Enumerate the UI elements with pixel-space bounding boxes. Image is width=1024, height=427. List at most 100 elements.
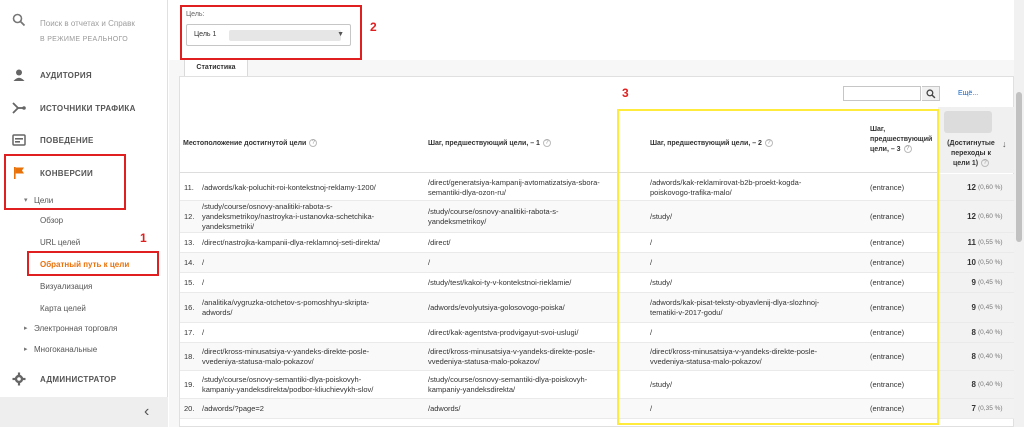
goal-completions-value: 8	[971, 328, 976, 337]
goal-location-cell[interactable]: /adwords/kak-poluchit-roi-kontekstnoj-re…	[202, 183, 376, 193]
step-1-cell[interactable]: /direct/	[428, 238, 451, 248]
goal-completions-value: 12	[967, 212, 976, 221]
sidebar-item-label: Многоканальные	[34, 345, 98, 354]
row-number: 18.	[184, 352, 195, 361]
goal-completions-value: 12	[967, 183, 976, 192]
cell-text: /study/course/osnovy-semantiki-dlya-pois…	[202, 375, 362, 384]
step-1-cell[interactable]: /study/course/osnovy-analitiki-rabota-s-…	[428, 207, 558, 227]
sort-desc-icon[interactable]: ↓	[1002, 139, 1007, 149]
goal-location-cell[interactable]: /	[202, 258, 204, 268]
cell-text: /study/course/osnovy-analitiki-rabota-s-	[428, 207, 559, 216]
goal-completions-value: 8	[971, 352, 976, 361]
search-placeholder[interactable]: Поиск в отчетах и Справк	[40, 19, 135, 28]
cell-text: kampaniy-yandeksdirekta/	[428, 385, 516, 394]
scrollbar[interactable]	[1014, 0, 1024, 427]
help-icon[interactable]: ?	[542, 139, 551, 148]
step-1-cell[interactable]: /direct/generatsiya-kampanij-avtomatizat…	[428, 178, 600, 198]
step-1-cell[interactable]: /adwords/evolyutsiya-golosovogo-poiska/	[428, 303, 565, 313]
goal-location-cell[interactable]: /study/course/osnovy-semantiki-dlya-pois…	[202, 375, 373, 395]
more-link[interactable]: Ещё...	[958, 90, 978, 97]
row-number: 12.	[184, 212, 195, 221]
goal-location-cell[interactable]: /study/course/osnovy-analitiki-rabota-s-…	[202, 202, 374, 232]
col-header-label: (Достигнутые	[947, 140, 995, 147]
col-header-goal-completions[interactable]: (Достигнутые переходы к цели 1)?	[944, 139, 998, 169]
sidebar-item-goals-overview[interactable]: Обзор	[0, 210, 168, 230]
sidebar-item-label: Электронная торговля	[34, 324, 118, 333]
cell-text: /direct/kross-minusatsiya-v-yandeks-dire…	[428, 347, 596, 356]
table-search-input[interactable]	[843, 86, 921, 101]
goal-completions-value: 7	[971, 404, 976, 413]
step-1-cell[interactable]: /direct/kak-agentstva-prodvigayut-svoi-u…	[428, 328, 578, 338]
sidebar-item-label: ПОВЕДЕНИЕ	[40, 136, 94, 145]
sidebar-search[interactable]: Поиск в отчетах и Справк В РЕЖИМЕ РЕАЛЬН…	[0, 0, 168, 43]
sidebar-item-label: Карта целей	[40, 304, 86, 313]
col-header-step-1[interactable]: Шаг, предшествующий цели, – 1?	[428, 139, 551, 149]
annotation-box-steps	[617, 109, 939, 425]
step-1-cell[interactable]: /	[428, 258, 430, 268]
sidebar-item-label: АДМИНИСТРАТОР	[40, 375, 117, 384]
step-1-cell[interactable]: /study/test/kakoi-ty-v-kontekstnoi-riekl…	[428, 278, 571, 288]
sidebar-item-acquisition[interactable]: ИСТОЧНИКИ ТРАФИКА	[0, 92, 168, 124]
step-1-cell[interactable]: /study/course/osnovy-semantiki-dlya-pois…	[428, 375, 587, 395]
blurred-metric-total	[944, 111, 992, 133]
row-number: 19.	[184, 380, 195, 389]
goal-location-cell[interactable]: /analitika/vygruzka-otchetov-s-pomoshhyu…	[202, 298, 369, 318]
triangle-right-icon: ▸	[24, 346, 28, 353]
cell-text: /analitika/vygruzka-otchetov-s-pomoshhyu…	[202, 298, 370, 307]
sidebar-item-multichannel[interactable]: ▸ Многоканальные	[0, 339, 168, 359]
cell-text: yandeksmetrikoy/	[428, 217, 487, 226]
sidebar-item-funnel-visualization[interactable]: Визуализация	[0, 276, 168, 296]
cell-text: /adwords/evolyutsiya-golosovogo-poiska/	[428, 303, 565, 312]
cell-text: yandeksmetrikoy/nastroyka-i-ustanovka-sc…	[202, 212, 375, 221]
cell-text: /study/course/osnovy-semantiki-dlya-pois…	[428, 375, 588, 384]
help-icon[interactable]: ?	[981, 159, 990, 168]
sidebar-item-ecommerce[interactable]: ▸ Электронная торговля	[0, 318, 168, 338]
sidebar-item-audience[interactable]: АУДИТОРИЯ	[0, 59, 168, 91]
cell-text: yandeksmetriki/	[202, 222, 255, 231]
sidebar-item-realtime[interactable]: В РЕЖИМЕ РЕАЛЬНОГО	[40, 36, 128, 43]
goal-completions-percent: (0,60 %)	[978, 213, 1003, 220]
goal-completions-percent: (0,40 %)	[978, 353, 1003, 360]
col-header-goal-location[interactable]: Местоположение достигнутой цели?	[183, 139, 318, 149]
goal-completions-percent: (0,50 %)	[978, 259, 1003, 266]
scrollbar-thumb[interactable]	[1016, 92, 1022, 242]
goal-completions-value: 11	[967, 238, 976, 247]
goal-location-cell[interactable]: /adwords/?page=2	[202, 404, 264, 414]
sidebar-item-label: ИСТОЧНИКИ ТРАФИКА	[40, 104, 136, 113]
goal-completions-percent: (0,40 %)	[978, 381, 1003, 388]
cell-text: /direct/generatsiya-kampanij-avtomatizat…	[428, 178, 600, 187]
goal-location-cell[interactable]: /direct/nastrojka-kampanii-dlya-reklamno…	[202, 238, 380, 248]
cell-text: /direct/kak-agentstva-prodvigayut-svoi-u…	[428, 328, 579, 337]
sidebar-item-behavior[interactable]: ПОВЕДЕНИЕ	[0, 124, 168, 156]
row-number: 17.	[184, 328, 195, 337]
cell-text: /	[202, 278, 205, 287]
goal-location-cell[interactable]: /	[202, 328, 204, 338]
sidebar-item-label: Обзор	[40, 216, 64, 225]
sidebar-item-label: Визуализация	[40, 282, 93, 291]
person-icon	[13, 69, 25, 81]
goal-completions-percent: (0,35 %)	[978, 405, 1003, 412]
cell-text: /adwords/	[428, 404, 461, 413]
cell-text: /study/test/kakoi-ty-v-kontekstnoi-riekl…	[428, 278, 572, 287]
table-search-button[interactable]	[922, 86, 940, 101]
cell-text: vvedeniya-statusa-malo-pokazov/	[202, 357, 314, 366]
chevron-left-icon: ‹	[144, 403, 150, 420]
annotation-box-reverse-path	[27, 251, 159, 276]
help-icon[interactable]: ?	[309, 139, 318, 148]
sidebar-item-label: АУДИТОРИЯ	[40, 71, 92, 80]
annotation-box-conversions	[4, 154, 126, 210]
step-1-cell[interactable]: /direct/kross-minusatsiya-v-yandeks-dire…	[428, 347, 595, 367]
sidebar-item-admin[interactable]: АДМИНИСТРАТОР	[0, 363, 168, 395]
annotation-label-1: 1	[140, 231, 147, 245]
tab-statistics[interactable]: Статистика	[184, 59, 248, 76]
sidebar-item-goal-flow[interactable]: Карта целей	[0, 298, 168, 318]
cell-text: /direct/	[428, 238, 451, 247]
goal-completions-value: 8	[971, 380, 976, 389]
cell-text: adwords/	[202, 308, 233, 317]
collapse-sidebar-button[interactable]: ‹	[0, 397, 168, 427]
goal-location-cell[interactable]: /	[202, 278, 204, 288]
step-1-cell[interactable]: /adwords/	[428, 404, 461, 414]
cell-text: /	[202, 258, 205, 267]
search-icon	[926, 89, 936, 99]
goal-location-cell[interactable]: /direct/kross-minusatsiya-v-yandeks-dire…	[202, 347, 369, 367]
